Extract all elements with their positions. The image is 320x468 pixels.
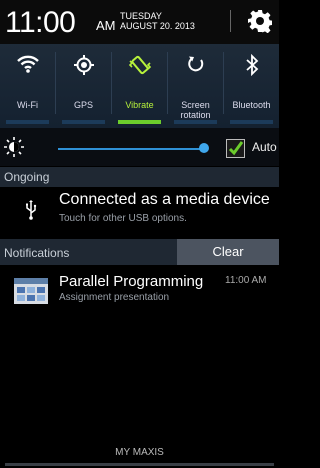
notification-subtitle: Assignment presentation xyxy=(59,292,170,303)
date-display: TUESDAY AUGUST 20. 2013 xyxy=(120,11,195,31)
toggle-screen-rotation[interactable]: Screen rotation xyxy=(168,44,223,124)
brightness-slider[interactable] xyxy=(58,148,206,150)
quick-settings-panel: Wi-Fi GPS Vibrate Screen rotation Blueto… xyxy=(0,44,279,128)
toggle-wifi[interactable]: Wi-Fi xyxy=(0,44,55,124)
toggle-label-bluetooth: Bluetooth xyxy=(232,100,271,110)
bluetooth-icon xyxy=(245,54,258,76)
notification-title: Parallel Programming xyxy=(59,273,204,290)
toggle-label-wifi: Wi-Fi xyxy=(17,100,38,110)
status-bar: 11:00 AM TUESDAY AUGUST 20. 2013 xyxy=(0,0,279,44)
usb-notification[interactable]: Connected as a media device Touch for ot… xyxy=(0,187,279,237)
wifi-icon xyxy=(16,55,39,73)
toggle-state-bar xyxy=(6,120,49,124)
clock-time: 11:00 xyxy=(5,6,76,39)
divider xyxy=(230,10,231,32)
gear-icon[interactable] xyxy=(248,9,272,33)
toggle-gps[interactable]: GPS xyxy=(56,44,111,124)
toggle-state-bar xyxy=(230,120,273,124)
drag-handle[interactable] xyxy=(5,463,274,466)
screen-rotation-icon xyxy=(187,56,203,72)
notifications-header: Notifications Clear xyxy=(0,239,279,265)
auto-brightness-label: Auto xyxy=(252,140,277,154)
ongoing-header-label: Ongoing xyxy=(4,170,50,184)
clear-button[interactable]: Clear xyxy=(177,239,279,265)
brightness-icon xyxy=(4,137,24,157)
toggle-bluetooth[interactable]: Bluetooth xyxy=(224,44,279,124)
date-label: AUGUST 20. 2013 xyxy=(120,21,195,31)
brightness-row: Auto xyxy=(0,128,279,166)
toggle-label-vibrate: Vibrate xyxy=(125,100,154,110)
toggle-state-bar xyxy=(62,120,105,124)
notification-item[interactable]: Parallel Programming 11:00 AM Assignment… xyxy=(0,268,279,312)
checkmark-icon xyxy=(228,141,244,156)
day-label: TUESDAY xyxy=(120,11,162,21)
brightness-slider-handle[interactable] xyxy=(199,143,209,153)
ongoing-header: Ongoing xyxy=(0,167,279,187)
usb-notification-subtitle: Touch for other USB options. xyxy=(59,213,187,224)
usb-icon xyxy=(26,200,37,220)
clock-ampm: AM xyxy=(96,18,116,33)
toggle-label-gps: GPS xyxy=(73,100,93,110)
toggle-state-bar xyxy=(118,120,161,124)
gps-icon xyxy=(73,55,94,75)
toggle-vibrate[interactable]: Vibrate xyxy=(112,44,167,124)
carrier-label: MY MAXIS xyxy=(115,447,164,458)
vibrate-icon xyxy=(128,55,151,75)
toggle-state-bar xyxy=(174,120,217,124)
calendar-app-icon xyxy=(14,278,48,304)
usb-notification-title: Connected as a media device xyxy=(59,191,270,208)
toggle-label-screen-rotation: Screen rotation xyxy=(180,100,211,120)
notification-time: 11:00 AM xyxy=(225,275,267,286)
auto-brightness-checkbox[interactable] xyxy=(226,139,245,158)
notifications-header-label: Notifications xyxy=(4,246,70,260)
